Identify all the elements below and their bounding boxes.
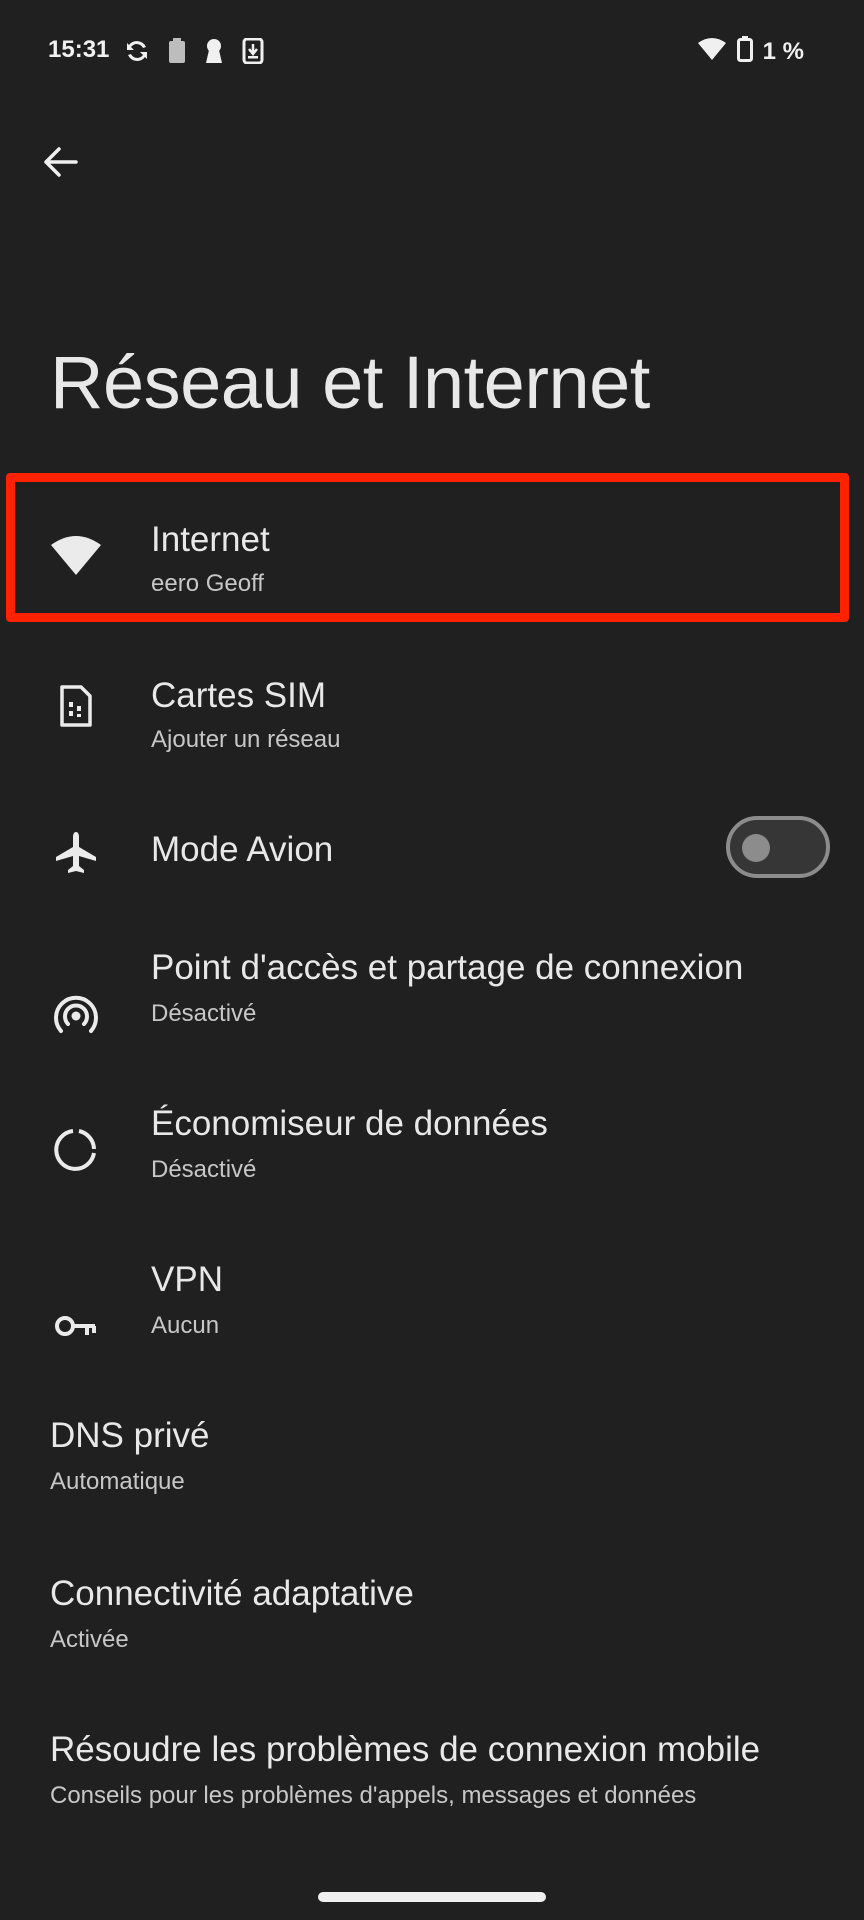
setting-subtitle: Activée [50,1626,129,1653]
setting-title: Internet [151,520,270,559]
wifi-icon [697,37,727,66]
sim-card-icon [48,678,104,734]
setting-private-dns[interactable]: DNS privé Automatique [0,1406,864,1562]
setting-title: Connectivité adaptative [50,1574,414,1613]
setting-subtitle: eero Geoff [151,570,264,597]
setting-title: DNS privé [50,1416,210,1455]
hotspot-icon [48,988,104,1044]
status-bar: 15:31 1 % [0,0,864,104]
setting-data-saver[interactable]: Économiseur de données Désactivé [0,1094,864,1250]
battery-icon [736,36,753,67]
airplane-mode-toggle[interactable] [726,816,830,878]
battery-percentage: 1 % [762,37,804,65]
setting-vpn[interactable]: VPN Aucun [0,1250,864,1406]
setting-title: Économiseur de données [151,1104,548,1143]
sync-icon [124,38,150,69]
back-button[interactable] [34,136,86,188]
page-title: Réseau et Internet [50,341,650,424]
setting-internet[interactable]: Internet eero Geoff [0,470,864,626]
data-saver-icon [48,1122,104,1178]
home-indicator[interactable] [318,1892,546,1902]
setting-hotspot[interactable]: Point d'accès et partage de connexion Dé… [0,938,864,1094]
setting-subtitle: Désactivé [151,1156,257,1183]
setting-title: Résoudre les problèmes de connexion mobi… [50,1730,761,1769]
setting-troubleshoot[interactable]: Résoudre les problèmes de connexion mobi… [0,1718,864,1874]
arrow-left-icon [44,147,78,177]
setting-subtitle: Conseils pour les problèmes d'appels, me… [50,1782,697,1809]
setting-title: Mode Avion [151,830,334,869]
setting-subtitle: Ajouter un réseau [151,726,341,753]
toggle-knob [742,834,770,862]
download-icon [242,37,264,69]
airplane-icon [48,824,104,880]
setting-adaptive-connectivity[interactable]: Connectivité adaptative Activée [0,1562,864,1718]
setting-subtitle: Désactivé [151,1000,257,1027]
setting-title: Point d'accès et partage de connexion [151,948,744,987]
setting-airplane-mode[interactable]: Mode Avion [0,782,864,938]
wifi-icon [48,528,104,584]
setting-sim-cards[interactable]: Cartes SIM Ajouter un réseau [0,626,864,782]
setting-title: VPN [151,1260,223,1299]
status-time: 15:31 [48,36,110,63]
keyhole-icon [204,38,224,69]
setting-subtitle: Automatique [50,1468,185,1495]
key-icon [48,1298,104,1354]
battery-saver-icon [168,38,186,69]
setting-subtitle: Aucun [151,1312,220,1339]
setting-title: Cartes SIM [151,676,327,715]
